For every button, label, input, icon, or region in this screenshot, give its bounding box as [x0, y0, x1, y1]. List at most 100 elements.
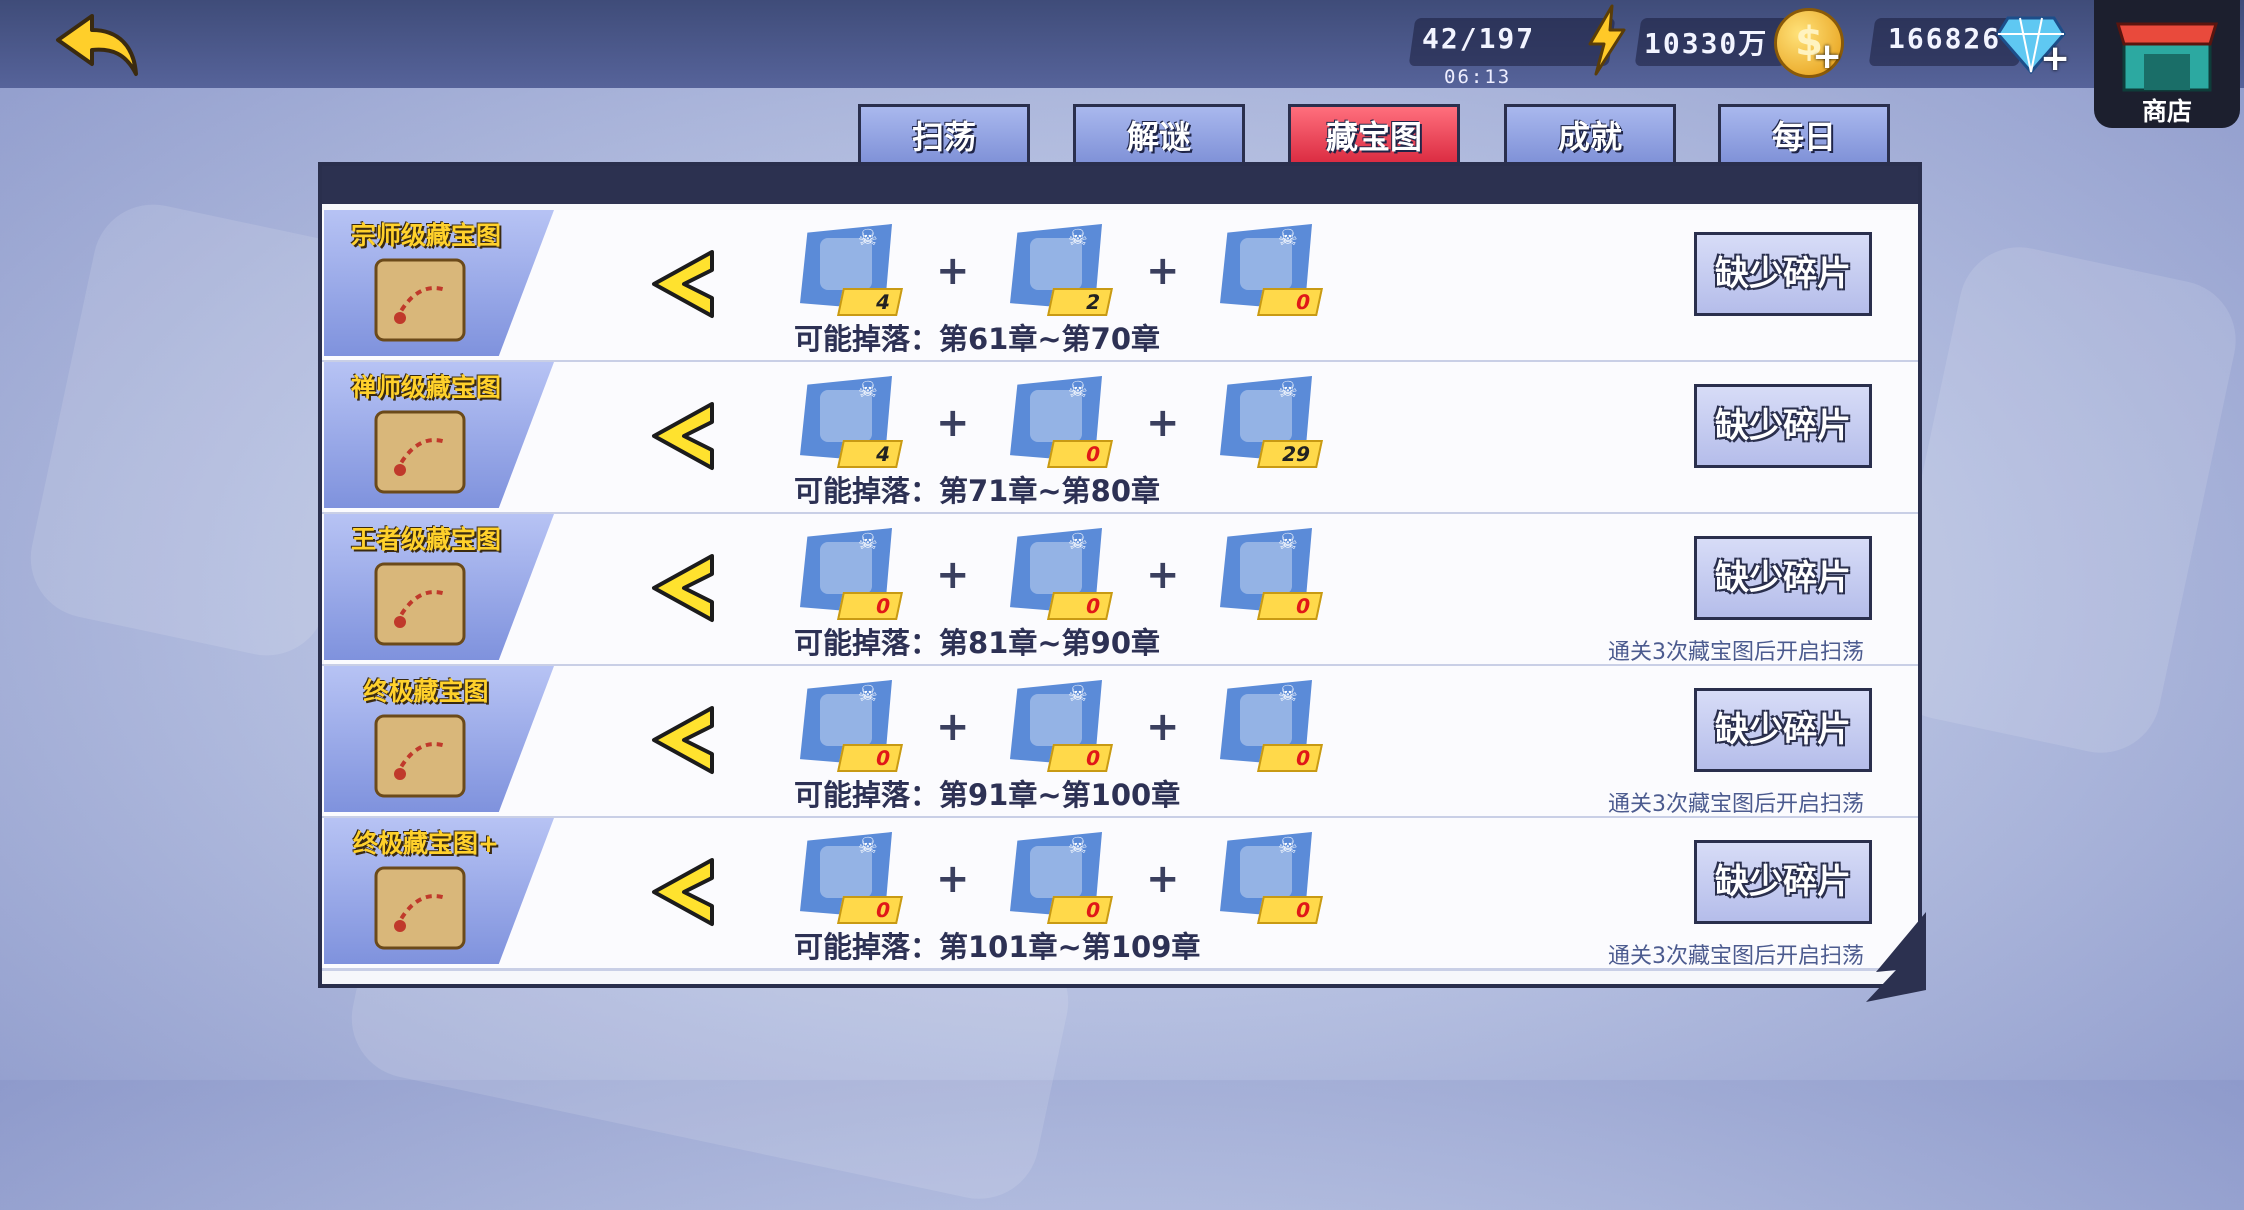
treasure-map-row: 终极藏宝图+green-map-fragment-1-icon☠0green-m… [322, 818, 1918, 971]
skull-icon: ☠ [1068, 378, 1088, 403]
skull-icon: ☠ [858, 378, 878, 403]
map-fragment-slot[interactable]: map-fragment-1-icon☠0 [796, 524, 903, 620]
map-fragment-slot[interactable]: map-fragment-2-icon☠0 [1006, 524, 1113, 620]
possible-drop-text: 可能掉落：第81章~第90章 [794, 626, 1161, 660]
map-fragment-slot[interactable]: map-fragment-1-icon☠0 [796, 676, 903, 772]
treasure-map-row: 宗师级藏宝图cigar-icon☠4bottle-icon☠2barrel-ic… [322, 210, 1918, 363]
skull-icon: ☠ [1278, 226, 1298, 251]
missing-fragments-button[interactable]: 缺少碎片 [1694, 688, 1872, 772]
map-fragment-slot[interactable]: green-map-fragment-2-icon☠0 [1006, 828, 1113, 924]
missing-fragments-button[interactable]: 缺少碎片 [1694, 840, 1872, 924]
expand-arrow-icon[interactable] [648, 246, 718, 322]
possible-drop-text: 可能掉落：第71章~第80章 [794, 474, 1161, 508]
fragment-count: 0 [1257, 744, 1323, 772]
missing-fragments-button[interactable]: 缺少碎片 [1694, 536, 1872, 620]
plus-sign: + [936, 400, 970, 446]
fragment-count: 0 [1047, 896, 1113, 924]
expand-arrow-icon[interactable] [648, 702, 718, 778]
skull-icon: ☠ [1068, 834, 1088, 859]
tab-daily[interactable]: 每日 [1718, 104, 1890, 166]
fragment-count: 0 [1047, 592, 1113, 620]
fragment-count: 4 [837, 288, 903, 316]
plus-sign: + [936, 856, 970, 902]
lightning-icon [1588, 4, 1626, 76]
add-diamond-icon[interactable]: + [2040, 38, 2070, 79]
plus-sign: + [936, 704, 970, 750]
plus-sign: + [936, 248, 970, 294]
plus-sign: + [1146, 704, 1180, 750]
plus-sign: + [936, 552, 970, 598]
shop-label: 商店 [2141, 97, 2192, 126]
skull-icon: ☠ [1068, 682, 1088, 707]
missing-fragments-button[interactable]: 缺少碎片 [1694, 232, 1872, 316]
shop-stall-icon [2115, 22, 2219, 92]
treasure-map-scroll-icon [374, 410, 466, 494]
skull-icon: ☠ [1278, 378, 1298, 403]
map-tier-title: 终极藏宝图 [363, 677, 489, 706]
treasure-map-panel: 宗师级藏宝图cigar-icon☠4bottle-icon☠2barrel-ic… [318, 162, 1922, 988]
tab-treasure-map[interactable]: 藏宝图 [1288, 104, 1460, 166]
tab-sweep[interactable]: 扫荡 [858, 104, 1030, 166]
expand-arrow-icon[interactable] [648, 398, 718, 474]
fragment-count: 0 [1257, 896, 1323, 924]
possible-drop-text: 可能掉落：第101章~第109章 [794, 930, 1201, 964]
treasure-map-scroll-icon [374, 562, 466, 646]
sweep-unlock-note: 通关3次藏宝图后开启扫荡 [1608, 944, 1864, 969]
map-fragment-slot[interactable]: green-map-fragment-1-icon☠0 [796, 828, 903, 924]
skull-icon: ☠ [858, 682, 878, 707]
plus-sign: + [1146, 552, 1180, 598]
sweep-unlock-note: 通关3次藏宝图后开启扫荡 [1608, 792, 1864, 817]
add-gold-icon[interactable]: + [1812, 36, 1842, 77]
expand-arrow-icon[interactable] [648, 550, 718, 626]
skull-icon: ☠ [858, 226, 878, 251]
expand-arrow-icon[interactable] [648, 854, 718, 930]
skull-icon: ☠ [858, 834, 878, 859]
fragment-count: 0 [837, 592, 903, 620]
fragment-count: 0 [1257, 288, 1323, 316]
skull-icon: ☠ [1278, 682, 1298, 707]
skull-icon: ☠ [1068, 226, 1088, 251]
map-fragment-slot[interactable]: silver-coins-icon☠4 [796, 372, 903, 468]
map-fragment-slot[interactable]: map-fragment-3-icon☠0 [1216, 676, 1323, 772]
fragment-count: 2 [1047, 288, 1113, 316]
treasure-map-row: 终极藏宝图map-fragment-1-icon☠0map-fragment-2… [322, 666, 1918, 819]
tab-achievements[interactable]: 成就 [1504, 104, 1676, 166]
background-shape [1873, 236, 2244, 764]
fragment-count: 0 [1257, 592, 1323, 620]
possible-drop-text: 可能掉落：第91章~第100章 [794, 778, 1181, 812]
map-fragment-slot[interactable]: cigar-icon☠4 [796, 220, 903, 316]
treasure-map-scroll-icon [374, 714, 466, 798]
fragment-count: 0 [837, 896, 903, 924]
panel-header-bar [322, 166, 1918, 204]
map-fragment-slot[interactable]: cash-stack-icon☠29 [1216, 372, 1323, 468]
fragment-count: 0 [837, 744, 903, 772]
energy-value: 42/197 [1422, 22, 1536, 55]
panel-corner-decoration [1866, 912, 1926, 1002]
plus-sign: + [1146, 248, 1180, 294]
skull-icon: ☠ [1068, 530, 1088, 555]
map-fragment-slot[interactable]: green-map-fragment-3-icon☠0 [1216, 828, 1323, 924]
fragment-count: 0 [1047, 440, 1113, 468]
shop-button[interactable]: 商店 [2094, 0, 2240, 128]
map-fragment-slot[interactable]: barrel-icon☠0 [1216, 220, 1323, 316]
map-fragment-slot[interactable]: map-fragment-2-icon☠0 [1006, 676, 1113, 772]
fragment-count: 4 [837, 440, 903, 468]
plus-sign: + [1146, 400, 1180, 446]
back-arrow-icon[interactable] [52, 10, 142, 80]
energy-timer: 06:13 [1444, 66, 1512, 88]
skull-icon: ☠ [1278, 834, 1298, 859]
skull-icon: ☠ [1278, 530, 1298, 555]
map-fragment-slot[interactable]: bottle-icon☠2 [1006, 220, 1113, 316]
map-fragment-slot[interactable]: jade-coins-icon☠0 [1006, 372, 1113, 468]
map-tier-title: 王者级藏宝图 [350, 525, 501, 554]
sweep-unlock-note: 通关3次藏宝图后开启扫荡 [1608, 640, 1864, 665]
missing-fragments-button[interactable]: 缺少碎片 [1694, 384, 1872, 468]
plus-sign: + [1146, 856, 1180, 902]
diamond-value: 166826 [1888, 22, 2002, 55]
skull-icon: ☠ [858, 530, 878, 555]
map-tier-title: 终极藏宝图+ [353, 829, 499, 858]
tab-puzzle[interactable]: 解谜 [1073, 104, 1245, 166]
gold-value: 10330万 [1644, 27, 1769, 60]
map-fragment-slot[interactable]: map-fragment-3-icon☠0 [1216, 524, 1323, 620]
possible-drop-text: 可能掉落：第61章~第70章 [794, 322, 1161, 356]
